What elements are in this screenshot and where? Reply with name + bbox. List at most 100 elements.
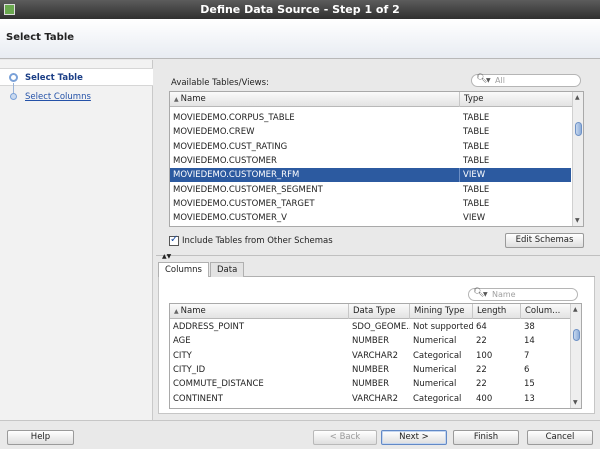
table-row[interactable]: MOVIEDEMO.CUSTOMER_SEGMENT TABLE: [170, 183, 571, 197]
window-title: Define Data Source - Step 1 of 2: [200, 3, 400, 16]
finish-button[interactable]: Finish: [453, 430, 519, 445]
table-row[interactable]: MOVIEDEMO.CUSTOMER_TARGET TABLE: [170, 197, 571, 211]
next-button[interactable]: Next >: [381, 430, 447, 445]
scroll-up-icon[interactable]: ▲: [575, 94, 580, 101]
include-other-schemas-label[interactable]: Include Tables from Other Schemas: [182, 236, 333, 246]
help-button[interactable]: Help: [7, 430, 74, 445]
back-button: < Back: [313, 430, 377, 445]
tables-search-input[interactable]: 🔍︎ ▼ All: [471, 74, 581, 87]
cell-name: MOVIEDEMO.CUSTOMER_RFM: [170, 168, 460, 183]
cell-data-type: VARCHAR2: [352, 393, 399, 404]
window-title-bar: Define Data Source - Step 1 of 2: [0, 0, 600, 19]
cell-mining-type: Not supported: [413, 322, 473, 332]
column-header-column-id[interactable]: Colum...: [521, 304, 571, 319]
tab-data[interactable]: Data: [210, 262, 245, 277]
cell-type: TABLE: [463, 155, 490, 166]
cell-name: AGE: [173, 336, 191, 347]
cell-name: MOVIEDEMO.CUSTOMER_TARGET: [173, 198, 315, 209]
tables-scrollbar[interactable]: ▲ ▼: [572, 92, 583, 226]
cell-length: 400: [476, 393, 493, 404]
splitter-arrows-icon[interactable]: ▲▼: [162, 254, 171, 260]
step-select-columns[interactable]: Select Columns: [0, 88, 153, 106]
cell-name: MOVIEDEMO.CUSTOMER_SEGMENT: [173, 184, 323, 195]
scroll-up-icon[interactable]: ▲: [573, 306, 578, 313]
cell-length: 22: [476, 364, 487, 375]
cell-column: 13: [524, 393, 535, 404]
table-row[interactable]: MOVIEDEMO.CUSTOMER_V VIEW: [170, 211, 571, 225]
edit-schemas-button[interactable]: Edit Schemas: [505, 233, 584, 248]
cancel-button[interactable]: Cancel: [527, 430, 593, 445]
grid-header: ▲ Name Type: [170, 92, 573, 107]
cell-name: MOVIEDEMO.CUSTOMER_V: [173, 213, 287, 224]
cell-name: CONTINENT: [173, 393, 223, 404]
cell-name: MOVIEDEMO.CORPUS_TABLE: [173, 113, 295, 123]
sort-ascending-icon: ▲: [174, 96, 179, 103]
cell-type: VIEW: [463, 213, 486, 224]
columns-search-input[interactable]: 🔍︎ ▼ Name: [468, 288, 578, 301]
current-step-icon: [9, 73, 18, 82]
cell-length: 22: [476, 336, 487, 347]
cell-type: TABLE: [463, 141, 490, 152]
footer-divider: [0, 420, 600, 421]
column-header-type[interactable]: Type: [460, 92, 573, 107]
cell-column: 38: [524, 322, 535, 332]
wizard-header: Select Table: [0, 19, 600, 59]
column-row[interactable]: CITY_ID NUMBER Numerical 22 6: [170, 363, 569, 377]
scroll-thumb[interactable]: [575, 122, 582, 136]
cell-data-type: SDO_GEOME...: [352, 322, 410, 332]
search-placeholder: Name: [492, 290, 516, 299]
cell-name: CITY: [173, 350, 192, 361]
scroll-down-icon[interactable]: ▼: [573, 399, 578, 406]
column-row[interactable]: CITY VARCHAR2 Categorical 100 7: [170, 349, 569, 363]
cell-type: VIEW: [460, 168, 573, 183]
scroll-thumb[interactable]: [573, 329, 580, 341]
column-row[interactable]: ADDRESS_POINT SDO_GEOME... Not supported 64…: [170, 320, 569, 334]
pending-step-icon: [10, 93, 17, 100]
columns-grid[interactable]: ▲ Name Data Type Mining Type Length Colum…: [169, 303, 582, 409]
column-header-name[interactable]: ▲ Name: [170, 92, 460, 107]
cell-data-type: NUMBER: [352, 336, 390, 347]
columns-scrollbar[interactable]: ▲ ▼: [570, 304, 581, 408]
cell-data-type: VARCHAR2: [352, 350, 399, 361]
column-header-data-type[interactable]: Data Type: [349, 304, 410, 319]
cell-type: TABLE: [463, 198, 490, 209]
dropdown-caret-icon[interactable]: ▼: [483, 291, 488, 298]
cell-name: CITY_ID: [173, 364, 206, 375]
cell-name: COMMUTE_DISTANCE: [173, 379, 264, 390]
column-header-name[interactable]: ▲ Name: [170, 304, 349, 319]
cell-name: ADDRESS_POINT: [173, 322, 245, 332]
table-row[interactable]: MOVIEDEMO.CUST_RATING TABLE: [170, 140, 571, 154]
scroll-down-icon[interactable]: ▼: [575, 217, 580, 224]
cell-name: MOVIEDEMO.CREW: [173, 127, 255, 138]
table-row[interactable]: MOVIEDEMO.CUSTOMER TABLE: [170, 154, 571, 168]
step-select-table[interactable]: Select Table: [0, 68, 153, 86]
available-tables-label: Available Tables/Views:: [171, 78, 269, 88]
cell-column: 14: [524, 336, 535, 347]
step-label: Select Table: [25, 73, 83, 83]
cell-mining-type: Categorical: [413, 393, 462, 404]
cell-mining-type: Numerical: [413, 336, 457, 347]
table-row[interactable]: MOVIEDEMO.CUSTOMER_RFM VIEW: [170, 168, 573, 183]
table-row[interactable]: MOVIEDEMO.CREW TABLE: [170, 125, 571, 139]
column-row[interactable]: AGE NUMBER Numerical 22 14: [170, 334, 569, 348]
column-header-mining-type[interactable]: Mining Type: [410, 304, 473, 319]
sort-ascending-icon: ▲: [174, 308, 179, 315]
column-header-length[interactable]: Length: [473, 304, 521, 319]
step-label[interactable]: Select Columns: [25, 92, 91, 102]
panel-splitter[interactable]: ▲▼: [156, 254, 600, 261]
tables-grid[interactable]: ▲ Name Type MOVIEDEMO.CORPUS_TABLE TABLE MO…: [169, 91, 584, 227]
cell-name: MOVIEDEMO.CUST_RATING: [173, 141, 288, 152]
tab-columns[interactable]: Columns: [158, 262, 209, 278]
table-row[interactable]: MOVIEDEMO.CORPUS_TABLE TABLE: [170, 111, 571, 125]
cell-data-type: NUMBER: [352, 364, 390, 375]
checkmark-icon: ✓: [170, 234, 179, 245]
include-other-schemas-checkbox[interactable]: ✓: [169, 234, 179, 246]
column-row[interactable]: CONTINENT VARCHAR2 Categorical 400 13: [170, 392, 569, 406]
cell-length: 22: [476, 379, 487, 390]
dropdown-caret-icon[interactable]: ▼: [486, 77, 491, 84]
cell-data-type: NUMBER: [352, 379, 390, 390]
cell-type: TABLE: [463, 184, 490, 195]
cell-column: 15: [524, 379, 535, 390]
column-row[interactable]: COMMUTE_DISTANCE NUMBER Numerical 22 15: [170, 377, 569, 391]
wizard-steps-panel: Select Table Select Columns: [0, 60, 153, 420]
